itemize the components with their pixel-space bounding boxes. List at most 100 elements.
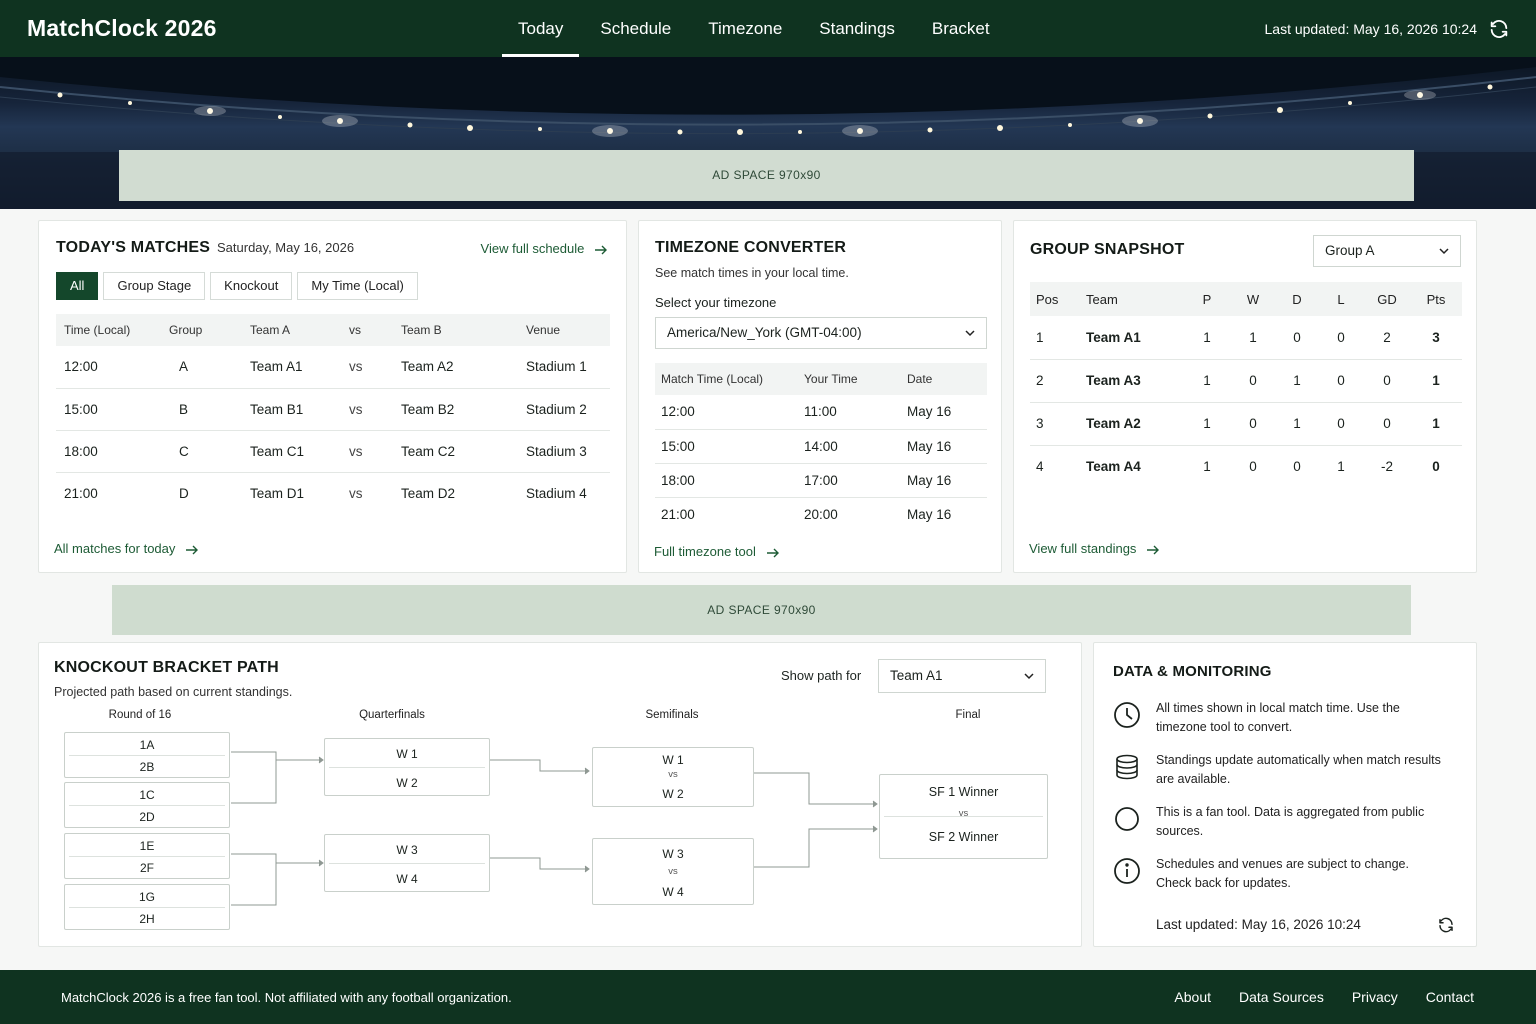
standing-team: Team A4 [1086, 459, 1141, 475]
view-full-standings-link[interactable]: View full standings [1029, 541, 1160, 556]
r16-match-2[interactable]: 1C 2D [64, 782, 230, 828]
r16-match-1[interactable]: 1A 2B [64, 732, 230, 778]
match-group: B [161, 388, 242, 431]
table-row[interactable]: 2 Team A3 1 0 1 0 0 1 [1030, 359, 1462, 403]
match-team-a: Team B1 [242, 388, 341, 431]
table-row[interactable]: 18:00 C Team C1 vs Team C2 Stadium 3 [56, 430, 610, 473]
slot-divider [329, 863, 485, 864]
tz-date: May 16 [901, 463, 987, 498]
sf-match-2[interactable]: W 3 vs W 4 [592, 838, 754, 905]
table-row[interactable]: 21:00 D Team D1 vs Team D2 Stadium 4 [56, 472, 610, 514]
nav-schedule[interactable]: Schedule [584, 0, 687, 57]
match-vs: vs [349, 485, 363, 501]
tz-match-time: 12:00 [655, 395, 798, 430]
monitoring-item: Schedules and venues are subject to chan… [1113, 855, 1463, 897]
standing-pos: 2 [1030, 359, 1086, 403]
arrow-right-icon [766, 548, 779, 558]
arrow-right-icon [595, 245, 607, 255]
standing-gd: 0 [1364, 402, 1410, 446]
filter-knockout[interactable]: Knockout [210, 272, 293, 300]
match-filters: All Group Stage Knockout My Time (Local) [56, 272, 423, 300]
standing-played: 1 [1184, 402, 1230, 446]
match-time: 21:00 [64, 485, 98, 501]
timezone-select[interactable]: America/New_York (GMT-04:00) [655, 317, 987, 349]
footer-link-contact[interactable]: Contact [1426, 989, 1474, 1005]
todays-matches-card: TODAY'S MATCHES Saturday, May 16, 2026 V… [38, 220, 627, 573]
final-match[interactable]: SF 1 Winner vs SF 2 Winner [879, 774, 1048, 859]
team-path-selected-value: Team A1 [890, 668, 943, 683]
refresh-icon[interactable] [1437, 916, 1455, 934]
footer-link-privacy[interactable]: Privacy [1352, 989, 1398, 1005]
sf-vs: vs [668, 866, 678, 877]
bracket-title: KNOCKOUT BRACKET PATH [54, 659, 279, 676]
nav-standings[interactable]: Standings [803, 0, 911, 57]
filter-my-time[interactable]: My Time (Local) [297, 272, 418, 300]
matches-table-header: Time (Local) Group Team A vs Team B Venu… [56, 314, 610, 346]
table-row[interactable]: 3 Team A2 1 0 1 0 0 1 [1030, 402, 1462, 446]
col-match-time: Match Time (Local) [655, 363, 798, 395]
footer-link-about[interactable]: About [1174, 989, 1211, 1005]
view-full-schedule-link[interactable]: View full schedule [481, 241, 608, 256]
group-snapshot-card: GROUP SNAPSHOT Group A Pos Team P W D L … [1013, 220, 1477, 573]
slot-divider [69, 755, 225, 756]
standing-gd: 0 [1364, 359, 1410, 403]
tz-match-time: 21:00 [661, 506, 695, 522]
slot-divider [69, 856, 225, 857]
group-select[interactable]: Group A [1313, 235, 1461, 267]
ad-space-top[interactable]: AD SPACE 970x90 [119, 150, 1414, 201]
info-icon [1114, 858, 1140, 884]
qf-match-1[interactable]: W 1 W 2 [324, 738, 490, 796]
monitoring-last-updated: Last updated: May 16, 2026 10:24 [1156, 917, 1361, 932]
filter-all[interactable]: All [56, 272, 99, 300]
table-row[interactable]: 12:00 A Team A1 vs Team A2 Stadium 1 [56, 346, 610, 389]
round-label-r16: Round of 16 [108, 709, 172, 721]
table-row[interactable]: 4 Team A4 1 0 0 1 -2 0 [1030, 445, 1462, 488]
monitoring-text: Schedules and venues are subject to chan… [1156, 857, 1409, 890]
final-slot: SF 1 Winner [928, 785, 999, 799]
col-gd: GD [1364, 282, 1410, 316]
standing-gd: 2 [1364, 316, 1410, 360]
qf-slot: W 2 [396, 776, 418, 790]
r16-slot: 1C [139, 788, 155, 802]
match-vs: vs [341, 388, 393, 431]
r16-slot: 1A [139, 738, 155, 752]
standing-team: Team A3 [1086, 359, 1184, 403]
match-team-a: Team D1 [250, 485, 305, 501]
chevron-down-icon [1024, 673, 1034, 680]
match-team-a: Team A1 [242, 346, 341, 389]
table-row[interactable]: 15:00 B Team B1 vs Team B2 Stadium 2 [56, 388, 610, 431]
qf-slot: W 3 [396, 843, 418, 857]
standing-pos: 4 [1036, 459, 1044, 475]
refresh-icon[interactable] [1488, 18, 1510, 40]
r16-match-4[interactable]: 1G 2H [64, 884, 230, 930]
timezone-title: TIMEZONE CONVERTER [655, 239, 847, 256]
footer-links: About Data Sources Privacy Contact [1146, 989, 1474, 1005]
nav-today[interactable]: Today [502, 0, 580, 57]
nav-bracket[interactable]: Bracket [916, 0, 1006, 57]
full-timezone-tool-link[interactable]: Full timezone tool [654, 544, 780, 559]
footer-link-data-sources[interactable]: Data Sources [1239, 989, 1324, 1005]
sf-vs: vs [668, 769, 678, 780]
slot-divider [69, 805, 225, 806]
sf-slot: W 4 [662, 885, 684, 899]
r16-slot: 2F [139, 861, 154, 875]
ad-space-middle[interactable]: AD SPACE 970x90 [112, 585, 1411, 635]
r16-match-3[interactable]: 1E 2F [64, 833, 230, 879]
filter-group-stage[interactable]: Group Stage [103, 272, 206, 300]
r16-slot: 2H [139, 912, 155, 926]
all-matches-today-link[interactable]: All matches for today [54, 541, 199, 556]
standing-won: 0 [1230, 359, 1276, 403]
monitoring-title: DATA & MONITORING [1113, 663, 1272, 680]
qf-slot: W 4 [396, 872, 418, 886]
sf-slot: W 2 [662, 787, 684, 801]
qf-match-2[interactable]: W 3 W 4 [324, 834, 490, 892]
col-team-b: Team B [393, 314, 518, 346]
table-row[interactable]: 1 Team A1 1 1 0 0 2 3 [1030, 316, 1462, 360]
match-team-b: Team C2 [393, 430, 518, 473]
sf-match-1[interactable]: W 1 vs W 2 [592, 747, 754, 807]
team-path-select[interactable]: Team A1 [878, 659, 1046, 693]
tz-date: May 16 [907, 506, 952, 522]
standing-gd: -2 [1380, 459, 1393, 475]
nav-timezone[interactable]: Timezone [692, 0, 798, 57]
brand-logo[interactable]: MatchClock 2026 [27, 15, 217, 42]
